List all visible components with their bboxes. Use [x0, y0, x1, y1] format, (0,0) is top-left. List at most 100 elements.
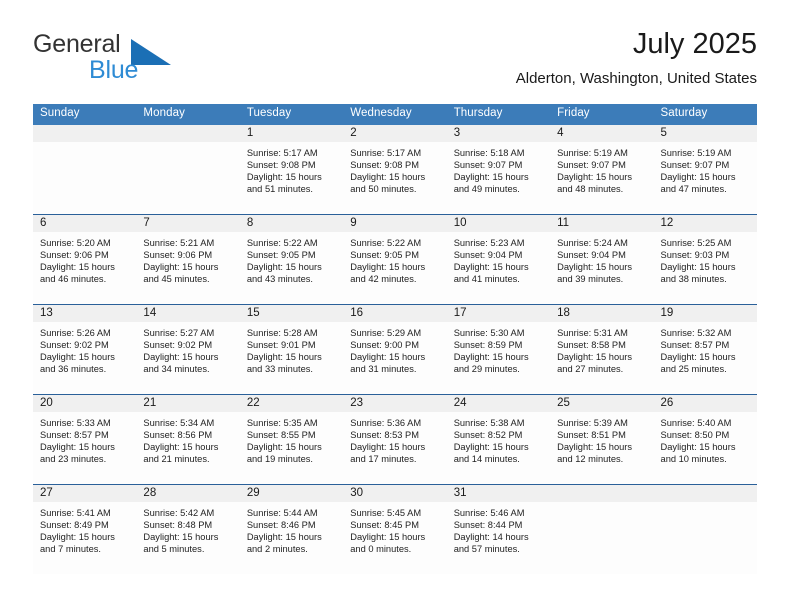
- calendar-day-cell[interactable]: 17 Sunrise: 5:30 AM Sunset: 8:59 PM Dayligh…: [446, 305, 551, 394]
- day-number: 9: [343, 215, 447, 232]
- calendar-day-cell[interactable]: 11 Sunrise: 5:24 AM Sunset: 9:04 PM Dayligh…: [550, 215, 654, 304]
- calendar-day-cell[interactable]: 18 Sunrise: 5:31 AM Sunset: 8:58 PM Dayligh…: [550, 305, 654, 394]
- sun-info-line: Sunset: 9:04 PM: [453, 250, 523, 261]
- calendar-day-cell-empty: [550, 485, 654, 574]
- sun-info-line: and 51 minutes.: [246, 184, 313, 195]
- calendar-day-cell[interactable]: 10 Sunrise: 5:23 AM Sunset: 9:04 PM Dayligh…: [446, 215, 551, 304]
- calendar-day-cell[interactable]: 21 Sunrise: 5:34 AM Sunset: 8:56 PM Dayligh…: [136, 395, 240, 484]
- sun-info-line: Daylight: 15 hours: [660, 262, 736, 273]
- sun-info: Sunrise: 5:40 AM Sunset: 8:50 PM Daylight:…: [654, 412, 757, 465]
- calendar-day-cell[interactable]: 22 Sunrise: 5:35 AM Sunset: 8:55 PM Dayligh…: [239, 395, 344, 484]
- day-number: 13: [33, 305, 137, 322]
- sun-info-line: Daylight: 15 hours: [453, 442, 529, 453]
- sun-info-line: Sunset: 8:51 PM: [557, 430, 626, 441]
- sun-info-line: Sunset: 9:03 PM: [660, 250, 730, 261]
- sun-info-line: Daylight: 15 hours: [40, 532, 115, 543]
- sun-info: Sunrise: 5:44 AM Sunset: 8:46 PM Daylight:…: [240, 502, 343, 555]
- calendar-day-cell[interactable]: 4 Sunrise: 5:19 AM Sunset: 9:07 PM Daylight…: [550, 125, 654, 214]
- sun-info: Sunrise: 5:38 AM Sunset: 8:52 PM Daylight:…: [447, 412, 550, 465]
- sun-info-line: Sunset: 9:06 PM: [40, 250, 109, 261]
- calendar-day-cell[interactable]: 2 Sunrise: 5:17 AM Sunset: 9:08 PM Daylight…: [343, 125, 447, 214]
- calendar-day-cell[interactable]: 19 Sunrise: 5:32 AM Sunset: 8:57 PM Dayligh…: [653, 305, 757, 394]
- calendar-day-cell[interactable]: 30 Sunrise: 5:45 AM Sunset: 8:45 PM Dayligh…: [343, 485, 447, 574]
- day-number: 2: [343, 125, 447, 142]
- sun-info-line: Sunset: 9:08 PM: [350, 160, 419, 171]
- sun-info-line: and 0 minutes.: [350, 544, 412, 555]
- sun-info: Sunrise: 5:39 AM Sunset: 8:51 PM Daylight:…: [550, 412, 653, 465]
- calendar-day-cell[interactable]: 7 Sunrise: 5:21 AM Sunset: 9:06 PM Daylight…: [136, 215, 240, 304]
- sun-info-line: Sunset: 8:49 PM: [40, 520, 109, 531]
- sun-info-line: Sunrise: 5:40 AM: [660, 418, 732, 428]
- sun-info-line: and 25 minutes.: [660, 364, 727, 375]
- calendar-day-cell[interactable]: 9 Sunrise: 5:22 AM Sunset: 9:05 PM Daylight…: [343, 215, 447, 304]
- calendar-day-cell[interactable]: 14 Sunrise: 5:27 AM Sunset: 9:02 PM Dayligh…: [136, 305, 240, 394]
- sun-info-line: Sunrise: 5:25 AM: [660, 238, 732, 248]
- calendar-day-cell[interactable]: 25 Sunrise: 5:39 AM Sunset: 8:51 PM Dayligh…: [550, 395, 654, 484]
- calendar-day-cell[interactable]: 5 Sunrise: 5:19 AM Sunset: 9:07 PM Daylight…: [653, 125, 757, 214]
- sun-info-line: Sunset: 8:53 PM: [350, 430, 419, 441]
- day-number: 29: [239, 485, 344, 502]
- sun-info-line: Sunrise: 5:46 AM: [453, 508, 525, 518]
- sun-info-line: Daylight: 15 hours: [246, 352, 322, 363]
- calendar-day-cell[interactable]: 3 Sunrise: 5:18 AM Sunset: 9:07 PM Daylight…: [446, 125, 551, 214]
- day-number: [653, 485, 757, 502]
- sun-info: Sunrise: 5:30 AM Sunset: 8:59 PM Daylight:…: [447, 322, 550, 375]
- sun-info-line: Sunset: 8:55 PM: [246, 430, 316, 441]
- sun-info-line: and 5 minutes.: [143, 544, 205, 555]
- logo-text-general: General: [33, 30, 121, 58]
- calendar-day-cell[interactable]: 20 Sunrise: 5:33 AM Sunset: 8:57 PM Dayligh…: [33, 395, 137, 484]
- sun-info-line: Sunset: 9:06 PM: [143, 250, 213, 261]
- calendar-day-cell[interactable]: 16 Sunrise: 5:29 AM Sunset: 9:00 PM Dayligh…: [343, 305, 447, 394]
- sun-info: Sunrise: 5:22 AM Sunset: 9:05 PM Daylight:…: [240, 232, 343, 285]
- sun-info-line: Sunset: 8:52 PM: [453, 430, 523, 441]
- sun-info: Sunrise: 5:26 AM Sunset: 9:02 PM Daylight:…: [33, 322, 136, 375]
- sun-info-line: Sunset: 9:05 PM: [246, 250, 316, 261]
- sun-info-line: Sunrise: 5:29 AM: [350, 328, 422, 338]
- sun-info-line: Sunrise: 5:39 AM: [557, 418, 628, 428]
- sun-info: Sunrise: 5:33 AM Sunset: 8:57 PM Daylight:…: [33, 412, 136, 465]
- calendar-day-cell[interactable]: 28 Sunrise: 5:42 AM Sunset: 8:48 PM Dayligh…: [136, 485, 240, 574]
- calendar-day-cell[interactable]: 31 Sunrise: 5:46 AM Sunset: 8:44 PM Dayligh…: [446, 485, 551, 574]
- sun-info-line: Sunrise: 5:17 AM: [350, 148, 422, 158]
- calendar-day-cell[interactable]: 13 Sunrise: 5:26 AM Sunset: 9:02 PM Dayligh…: [33, 305, 137, 394]
- sun-info-line: Sunset: 9:07 PM: [453, 160, 523, 171]
- day-number: 22: [239, 395, 344, 412]
- calendar-day-cell[interactable]: 26 Sunrise: 5:40 AM Sunset: 8:50 PM Dayligh…: [653, 395, 757, 484]
- sun-info-line: Daylight: 15 hours: [557, 172, 633, 183]
- sun-info-line: Sunset: 9:07 PM: [557, 160, 626, 171]
- calendar-day-cell[interactable]: 24 Sunrise: 5:38 AM Sunset: 8:52 PM Dayligh…: [446, 395, 551, 484]
- sun-info-line: Sunrise: 5:44 AM: [246, 508, 318, 518]
- sun-info: Sunrise: 5:29 AM Sunset: 9:00 PM Daylight:…: [343, 322, 446, 375]
- day-number: 14: [136, 305, 240, 322]
- sun-info-line: Daylight: 15 hours: [143, 532, 219, 543]
- weekday-header-thursday: Thursday: [453, 107, 503, 119]
- calendar-day-cell[interactable]: 12 Sunrise: 5:25 AM Sunset: 9:03 PM Dayligh…: [653, 215, 757, 304]
- sun-info: [33, 142, 136, 147]
- calendar-day-cell[interactable]: 1 Sunrise: 5:17 AM Sunset: 9:08 PM Daylight…: [239, 125, 344, 214]
- sun-info-line: and 21 minutes.: [143, 454, 210, 465]
- weekday-header-wednesday: Wednesday: [350, 107, 412, 119]
- sun-info: Sunrise: 5:17 AM Sunset: 9:08 PM Daylight:…: [343, 142, 446, 195]
- sun-info-line: Sunrise: 5:30 AM: [453, 328, 525, 338]
- day-number: 19: [653, 305, 757, 322]
- calendar-day-cell[interactable]: 15 Sunrise: 5:28 AM Sunset: 9:01 PM Dayligh…: [239, 305, 344, 394]
- sun-info-line: Sunrise: 5:23 AM: [453, 238, 525, 248]
- sun-info-line: and 2 minutes.: [246, 544, 308, 555]
- calendar-week-row: 27 Sunrise: 5:41 AM Sunset: 8:49 PM Dayligh…: [33, 484, 757, 574]
- sun-info-line: Sunrise: 5:20 AM: [40, 238, 111, 248]
- calendar-day-cell[interactable]: 6 Sunrise: 5:20 AM Sunset: 9:06 PM Daylight…: [33, 215, 137, 304]
- day-number: 20: [33, 395, 137, 412]
- sun-info-line: Sunset: 8:50 PM: [660, 430, 730, 441]
- sun-info-line: Daylight: 15 hours: [246, 262, 322, 273]
- calendar-day-cell[interactable]: 29 Sunrise: 5:44 AM Sunset: 8:46 PM Dayligh…: [239, 485, 344, 574]
- calendar-day-cell[interactable]: 23 Sunrise: 5:36 AM Sunset: 8:53 PM Dayligh…: [343, 395, 447, 484]
- sun-info-line: and 38 minutes.: [660, 274, 727, 285]
- calendar-week-row: 1 Sunrise: 5:17 AM Sunset: 9:08 PM Daylight…: [33, 125, 757, 214]
- logo-text-blue: Blue: [89, 56, 139, 84]
- sun-info-line: Sunrise: 5:34 AM: [143, 418, 215, 428]
- calendar-day-cell[interactable]: 27 Sunrise: 5:41 AM Sunset: 8:49 PM Dayligh…: [33, 485, 137, 574]
- weekday-header-monday: Monday: [143, 107, 185, 119]
- sun-info: Sunrise: 5:19 AM Sunset: 9:07 PM Daylight:…: [550, 142, 653, 195]
- sun-info: Sunrise: 5:19 AM Sunset: 9:07 PM Daylight:…: [654, 142, 757, 195]
- calendar-day-cell[interactable]: 8 Sunrise: 5:22 AM Sunset: 9:05 PM Daylight…: [239, 215, 344, 304]
